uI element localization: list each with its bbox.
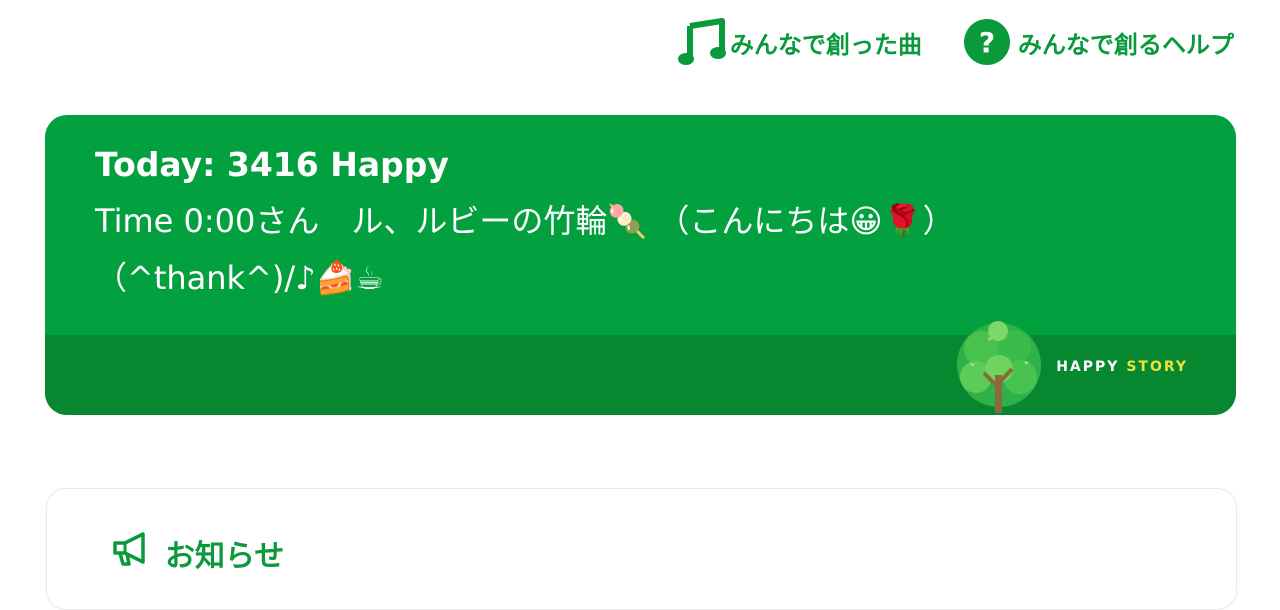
happy-story-body: Today: 3416 Happy Time 0:00さん ル、ルビーの竹輪🍡 …: [45, 115, 1236, 335]
notice-panel: お知らせ: [46, 488, 1237, 610]
tree-logo: [954, 317, 1044, 415]
community-songs-label: みんなで創った曲: [730, 30, 922, 59]
question-circle-icon: ?: [964, 19, 1010, 65]
megaphone-icon: [111, 531, 151, 575]
music-note-icon: [676, 18, 726, 66]
community-help-link[interactable]: ? みんなで創るヘルプ: [964, 19, 1234, 65]
community-help-label: みんなで創るヘルプ: [1018, 30, 1234, 59]
happy-count-title: Today: 3416 Happy: [95, 145, 449, 184]
notice-heading: お知らせ: [111, 531, 284, 575]
happy-message: Time 0:00さん ル、ルビーの竹輪🍡 （こんにちは😀🌹） （^thank^…: [95, 201, 955, 297]
happy-story-brand: HAPPY STORY: [954, 319, 1188, 415]
brand-word-happy: HAPPY: [1056, 359, 1120, 375]
brand-wordmark: HAPPY STORY: [1056, 359, 1188, 375]
notice-heading-label: お知らせ: [165, 539, 285, 574]
happy-story-card: Today: 3416 Happy Time 0:00さん ル、ルビーの竹輪🍡 …: [45, 115, 1236, 415]
brand-word-story: STORY: [1126, 359, 1188, 375]
community-songs-link[interactable]: みんなで創った曲: [676, 18, 922, 66]
top-navigation: みんなで創った曲 ? みんなで創るヘルプ: [676, 12, 1234, 72]
